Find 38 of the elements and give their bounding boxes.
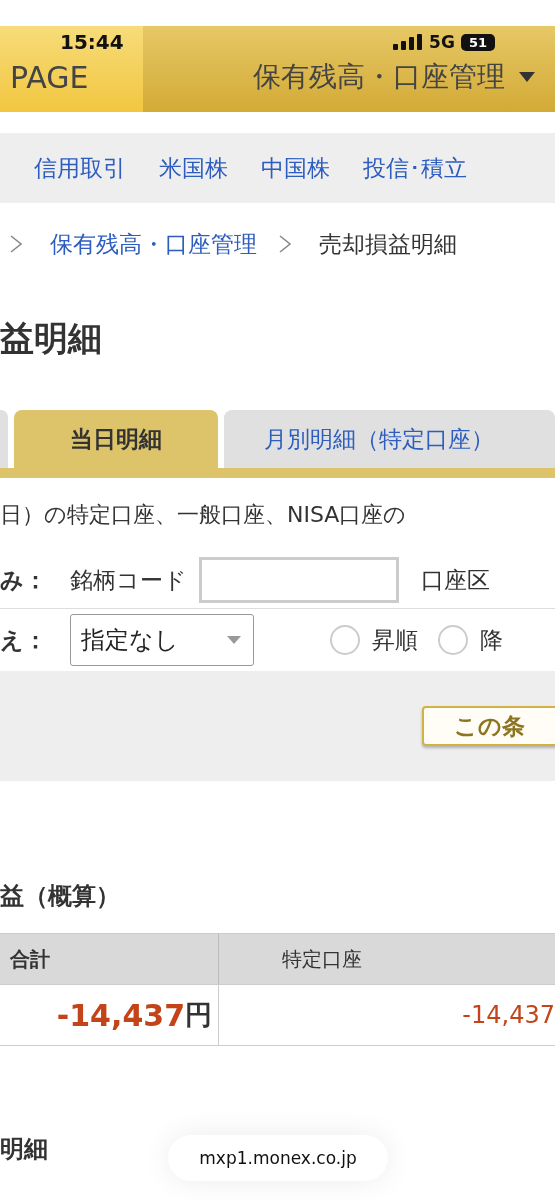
filter-label: み： (0, 565, 48, 595)
signal-icon (393, 34, 424, 50)
nav-link[interactable]: 投信･積立 (363, 152, 467, 184)
account-label: 口座区 (421, 565, 490, 595)
sort-radio[interactable]: 降 (438, 624, 503, 656)
nav-link[interactable]: 中国株 (261, 152, 330, 184)
page-title: 益明細 (0, 318, 103, 358)
chevron-icon (279, 235, 291, 253)
tab[interactable]: 月別明細（特定口座） (224, 410, 555, 468)
caret-icon (519, 72, 535, 82)
menu-dropdown[interactable]: 保有残高・口座管理 (253, 58, 535, 96)
radio-circle[interactable] (330, 625, 360, 655)
search-button[interactable]: この条 (422, 706, 555, 746)
breadcrumb-link[interactable]: 保有残高・口座管理 (50, 228, 257, 260)
chevron-icon (10, 235, 22, 253)
url-bar[interactable]: mxp1.monex.co.jp (168, 1135, 388, 1181)
page-button[interactable]: PAGE (10, 60, 143, 95)
nav-link[interactable]: 信用取引 (34, 152, 126, 184)
nav-link[interactable]: 米国株 (159, 152, 228, 184)
column-header: 合計 (0, 934, 219, 984)
network-label: 5G (429, 32, 455, 52)
caret-icon (227, 636, 241, 644)
total-amount: -14,437円 (0, 984, 219, 1045)
battery-indicator: 51 (460, 33, 495, 51)
sort-label: え： (0, 625, 48, 655)
status-time: 15:44 (60, 30, 125, 54)
section-title: 益（概算） (0, 881, 121, 911)
breadcrumb-current: 売却損益明細 (319, 229, 457, 259)
code-input-field[interactable] (199, 557, 399, 603)
column-header: 特定口座 (219, 934, 555, 984)
tab[interactable]: 当日明細 (14, 410, 218, 468)
sort-radio[interactable]: 昇順 (330, 624, 418, 656)
sort-dropdown[interactable]: 指定なし (70, 614, 254, 666)
table-cell: -14,437 (219, 984, 555, 1045)
radio-circle[interactable] (438, 625, 468, 655)
code-label: 銘柄コード (70, 565, 187, 595)
description-text: 日）の特定口座、一般口座、NISA口座の (0, 501, 408, 529)
section-title: 明細 (0, 1134, 48, 1164)
